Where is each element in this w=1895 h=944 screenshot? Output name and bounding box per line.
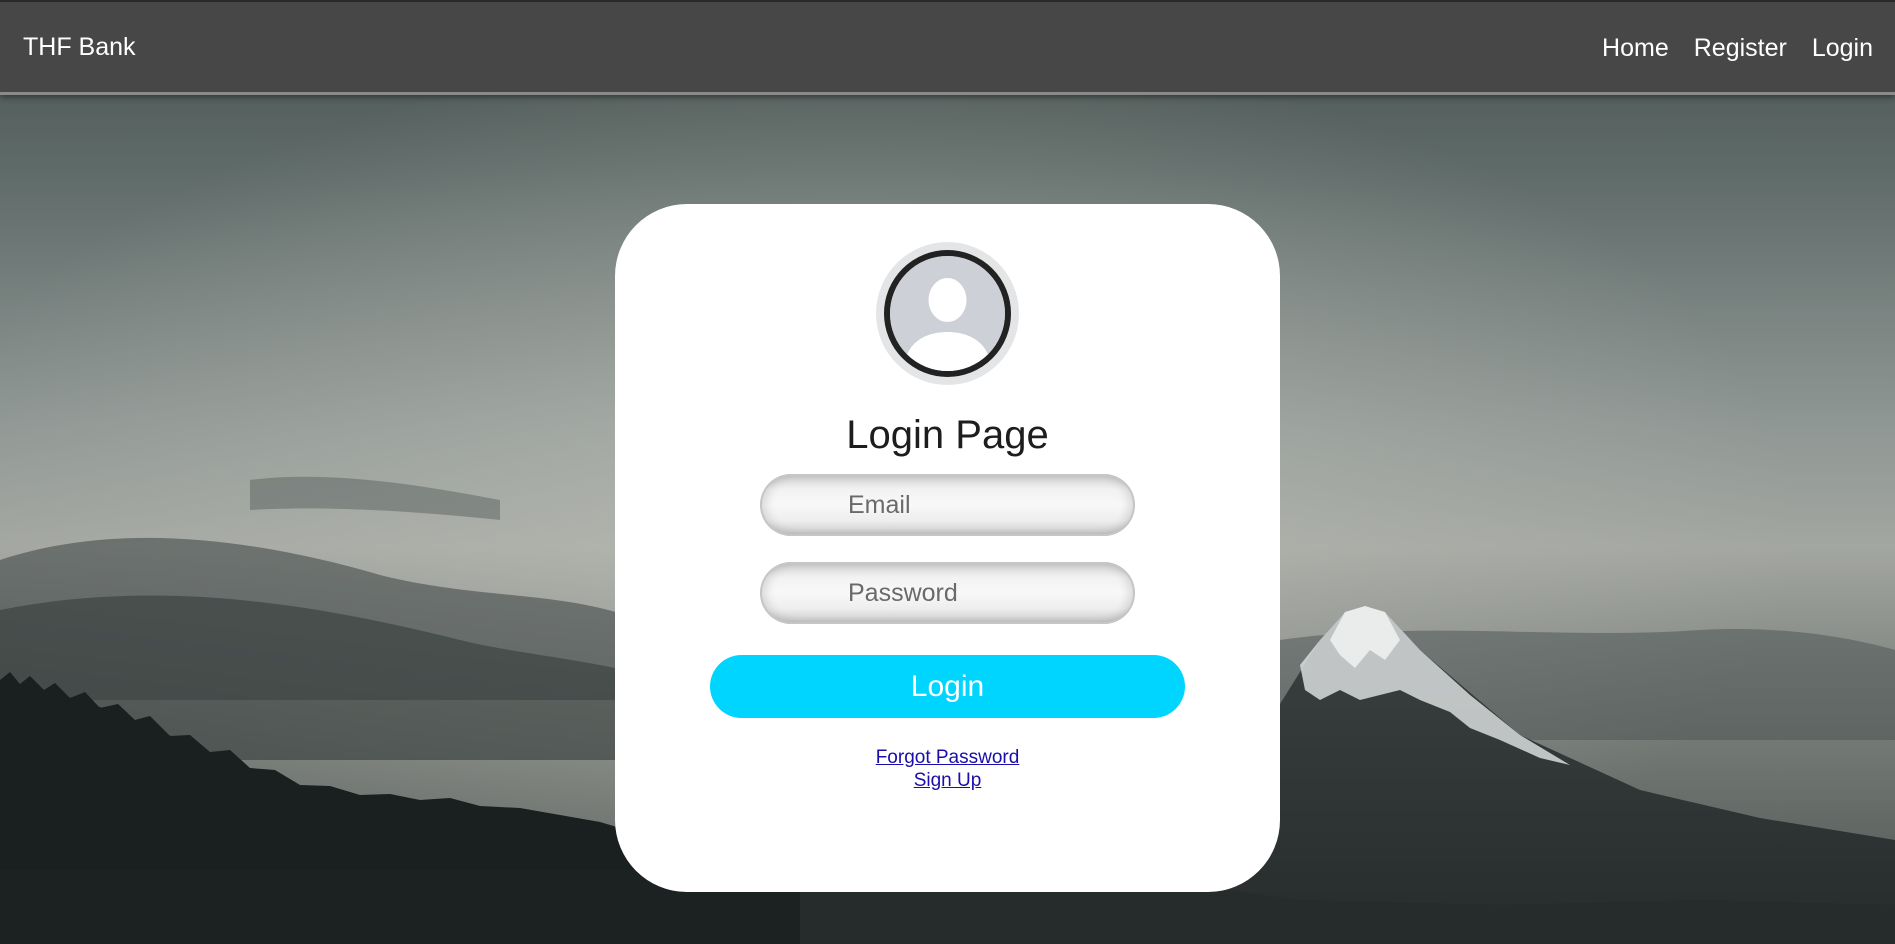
page-title: Login Page — [846, 413, 1049, 457]
login-card: Login Page Login Forgot Password Sign Up — [615, 204, 1280, 892]
email-field-wrapper — [760, 474, 1135, 536]
user-avatar-icon — [884, 250, 1011, 377]
forgot-password-link[interactable]: Forgot Password — [615, 746, 1280, 769]
page: THF Bank Home Register Login Login Page … — [0, 0, 1895, 944]
nav-links: Home Register Login — [1602, 33, 1873, 63]
email-field[interactable] — [760, 474, 1135, 536]
password-field[interactable] — [760, 562, 1135, 624]
password-field-wrapper — [760, 562, 1135, 624]
auth-links: Forgot Password Sign Up — [615, 746, 1280, 792]
login-button[interactable]: Login — [710, 655, 1185, 718]
brand-link[interactable]: THF Bank — [23, 32, 136, 62]
avatar-ring — [876, 242, 1019, 385]
nav-link-login[interactable]: Login — [1812, 33, 1873, 63]
navbar: THF Bank Home Register Login — [0, 0, 1895, 92]
nav-link-home[interactable]: Home — [1602, 33, 1669, 63]
sign-up-link[interactable]: Sign Up — [615, 769, 1280, 792]
nav-link-register[interactable]: Register — [1694, 33, 1787, 63]
